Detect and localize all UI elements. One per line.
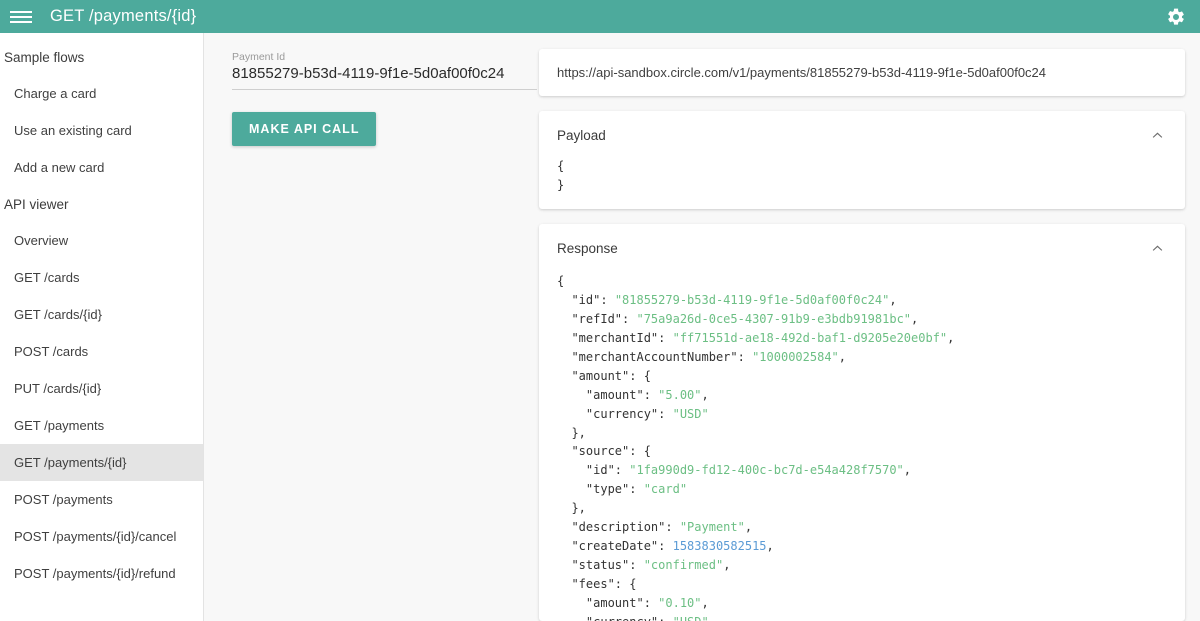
sidebar-item-add-a-new-card[interactable]: Add a new card bbox=[0, 149, 203, 186]
sidebar-item-charge-a-card[interactable]: Charge a card bbox=[0, 75, 203, 112]
response-panel: Response { "id": "81855279-b53d-4119-9f1… bbox=[539, 223, 1185, 621]
response-code-block: { "id": "81855279-b53d-4119-9f1e-5d0af00… bbox=[557, 273, 955, 621]
gear-icon[interactable] bbox=[1166, 7, 1186, 27]
payload-panel: Payload { } bbox=[539, 111, 1185, 209]
sidebar-section-title: API viewer bbox=[4, 197, 69, 212]
sidebar-section-title: Sample flows bbox=[4, 50, 85, 65]
body-wrapper: Sample flows Charge a card Use an existi… bbox=[0, 33, 1200, 621]
request-form: Payment Id MAKE API CALL bbox=[204, 33, 539, 621]
sidebar-item-post-payments-id-refund[interactable]: POST /payments/{id}/refund bbox=[0, 555, 203, 592]
response-panel-header[interactable]: Response bbox=[539, 224, 1185, 256]
sidebar-item-get-payments[interactable]: GET /payments bbox=[0, 407, 203, 444]
payment-id-input[interactable] bbox=[232, 65, 537, 90]
sidebar-item-post-cards[interactable]: POST /cards bbox=[0, 333, 203, 370]
app-bar: GET /payments/{id} bbox=[0, 0, 1200, 33]
sidebar-item-post-payments[interactable]: POST /payments bbox=[0, 481, 203, 518]
payment-id-label: Payment Id bbox=[232, 51, 286, 63]
response-panels: https://api-sandbox.circle.com/v1/paymen… bbox=[539, 33, 1200, 621]
sidebar-section-api-viewer: API viewer Overview GET /cards GET /card… bbox=[0, 186, 203, 592]
main-content: Payment Id MAKE API CALL https://api-san… bbox=[204, 33, 1200, 621]
payload-panel-header[interactable]: Payload bbox=[539, 111, 1185, 143]
sidebar-item-get-payments-id[interactable]: GET /payments/{id} bbox=[0, 444, 203, 481]
request-url-card: https://api-sandbox.circle.com/v1/paymen… bbox=[539, 49, 1185, 96]
sidebar-section-sample-flows: Sample flows Charge a card Use an existi… bbox=[0, 39, 203, 186]
payment-id-field-group: Payment Id bbox=[232, 51, 537, 90]
chevron-up-icon[interactable] bbox=[1150, 128, 1165, 143]
sidebar-item-get-cards[interactable]: GET /cards bbox=[0, 259, 203, 296]
response-panel-title: Response bbox=[557, 240, 618, 256]
sidebar: Sample flows Charge a card Use an existi… bbox=[0, 33, 204, 621]
sidebar-item-get-cards-id[interactable]: GET /cards/{id} bbox=[0, 296, 203, 333]
chevron-up-icon[interactable] bbox=[1150, 241, 1165, 256]
payload-code-block: { } bbox=[557, 159, 565, 192]
sidebar-item-overview[interactable]: Overview bbox=[0, 222, 203, 259]
sidebar-item-use-an-existing-card[interactable]: Use an existing card bbox=[0, 112, 203, 149]
page-title: GET /payments/{id} bbox=[50, 7, 197, 25]
hamburger-icon[interactable] bbox=[10, 8, 32, 26]
make-api-call-button[interactable]: MAKE API CALL bbox=[232, 112, 377, 146]
payload-panel-title: Payload bbox=[557, 128, 606, 143]
sidebar-item-put-cards-id[interactable]: PUT /cards/{id} bbox=[0, 370, 203, 407]
app-root: GET /payments/{id} Sample flows Charge a… bbox=[0, 0, 1200, 621]
request-url-text: https://api-sandbox.circle.com/v1/paymen… bbox=[557, 65, 1047, 80]
sidebar-item-post-payments-id-cancel[interactable]: POST /payments/{id}/cancel bbox=[0, 518, 203, 555]
